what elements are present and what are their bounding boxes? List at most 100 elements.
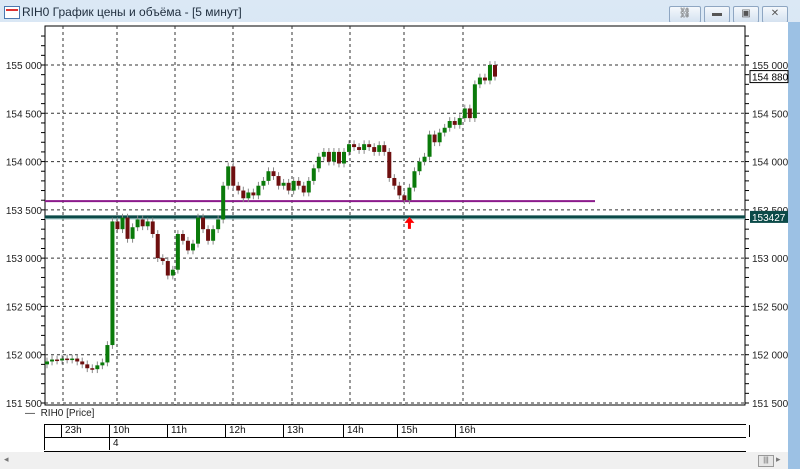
candle-body <box>100 362 105 366</box>
candle-body <box>60 358 65 361</box>
candle-body <box>427 134 432 157</box>
candle-body <box>206 229 211 241</box>
candle-body <box>80 361 85 365</box>
scroll-thumb[interactable]: ||| <box>758 455 774 467</box>
right-axis-tick-label: 154 000 <box>752 158 789 169</box>
right-axis-tick-label: 152 000 <box>752 351 789 362</box>
candle-body <box>487 65 492 81</box>
candle-body <box>55 359 60 362</box>
candle-body <box>70 358 75 361</box>
candle-body <box>246 192 251 199</box>
candle-body <box>291 180 296 191</box>
candle-body <box>442 127 447 133</box>
candle-body <box>321 151 326 157</box>
candle-body <box>387 151 392 178</box>
candle-body <box>412 171 417 188</box>
candle-body <box>115 221 120 230</box>
time-label: 23h <box>61 425 82 437</box>
candle-body <box>362 144 367 150</box>
candle-body <box>266 171 271 181</box>
candle-body <box>261 180 266 186</box>
candle-body <box>482 77 487 81</box>
candle-body <box>190 243 195 251</box>
candle-body <box>231 166 236 186</box>
candle-body <box>90 368 95 370</box>
candle-body <box>196 217 201 244</box>
left-axis-tick-label: 155 000 <box>6 61 43 72</box>
candle-body <box>347 144 352 152</box>
chart-window: RIH0 График цены и объёма - [5 минут] ⛓ … <box>0 0 800 469</box>
time-label: 16h <box>455 425 750 437</box>
candle-body <box>160 258 165 262</box>
candle-body <box>407 187 412 201</box>
right-axis-tick-label: 152 500 <box>752 302 789 313</box>
candle-body <box>477 77 482 85</box>
candle-body <box>311 168 316 181</box>
last-price-label: 154 880 <box>752 73 789 84</box>
candle-body <box>457 118 462 125</box>
candle-body <box>150 221 155 234</box>
candle-body <box>271 171 276 177</box>
candle-body <box>437 132 442 143</box>
candle-body <box>281 182 286 186</box>
time-label: 13h <box>283 425 304 437</box>
candle-body <box>105 345 110 363</box>
candle-body <box>432 134 437 143</box>
day-label: 4 <box>109 438 119 450</box>
time-label: 15h <box>397 425 418 437</box>
candle-body <box>452 121 457 125</box>
candle-body <box>75 358 80 362</box>
candle-body <box>256 185 261 196</box>
candle-body <box>306 180 311 193</box>
candle-body <box>236 185 241 191</box>
candle-body <box>211 229 216 241</box>
price-chart[interactable]: 155 000 155 000154 500 154 500154 000 154 0… <box>0 0 800 469</box>
time-label: 14h <box>343 425 364 437</box>
candle-body <box>341 151 346 164</box>
candle-body <box>331 151 336 162</box>
right-axis-tick-label: 154 500 <box>752 109 789 120</box>
legend-label: RIH0 [Price] <box>40 408 95 419</box>
left-axis-tick-label: 154 000 <box>6 158 43 169</box>
candle-body <box>357 147 362 150</box>
time-axis-table: 23h 10h 11h 12h 13h 14h 15h 16h 4 <box>44 424 750 452</box>
time-label: 12h <box>225 425 246 437</box>
candle-body <box>367 144 372 148</box>
scroll-left-icon[interactable]: ◂ <box>4 454 9 465</box>
horizontal-scrollbar[interactable]: ◂ ||| ▸ <box>0 452 788 469</box>
candle-body <box>276 176 281 186</box>
candle-body <box>417 161 422 172</box>
candle-body <box>397 185 402 196</box>
candle-body <box>165 261 170 276</box>
candle-body <box>402 195 407 201</box>
left-axis-tick-label: 153 500 <box>6 206 43 217</box>
time-label: 10h <box>109 425 130 437</box>
candle-body <box>50 359 55 362</box>
left-axis-tick-label: 154 500 <box>6 109 43 120</box>
candle-body <box>226 166 231 186</box>
level-price-label: 153427 <box>752 213 786 224</box>
candle-body <box>316 156 321 169</box>
scroll-right-icon[interactable]: ▸ <box>776 454 781 465</box>
candle-body <box>185 240 190 251</box>
candle-body <box>447 121 452 128</box>
candle-body <box>336 151 341 164</box>
candle-body <box>472 84 477 119</box>
left-axis-tick-label: 152 000 <box>6 351 43 362</box>
right-axis-tick-label: 153 000 <box>752 254 789 265</box>
candle-body <box>372 147 377 152</box>
candle-body <box>145 221 150 227</box>
candle-body <box>382 145 387 152</box>
candle-body <box>296 180 301 186</box>
candle-body <box>422 156 427 162</box>
candle-body <box>155 233 160 259</box>
candle-body <box>170 269 175 276</box>
candle-body <box>135 219 140 228</box>
candle-body <box>45 361 49 365</box>
candle-body <box>130 227 135 239</box>
candle-body <box>377 145 382 152</box>
candle-body <box>180 233 185 241</box>
right-axis-tick-label: 151 500 <box>752 399 789 410</box>
candle-body <box>301 185 306 193</box>
candle-body <box>462 108 467 119</box>
